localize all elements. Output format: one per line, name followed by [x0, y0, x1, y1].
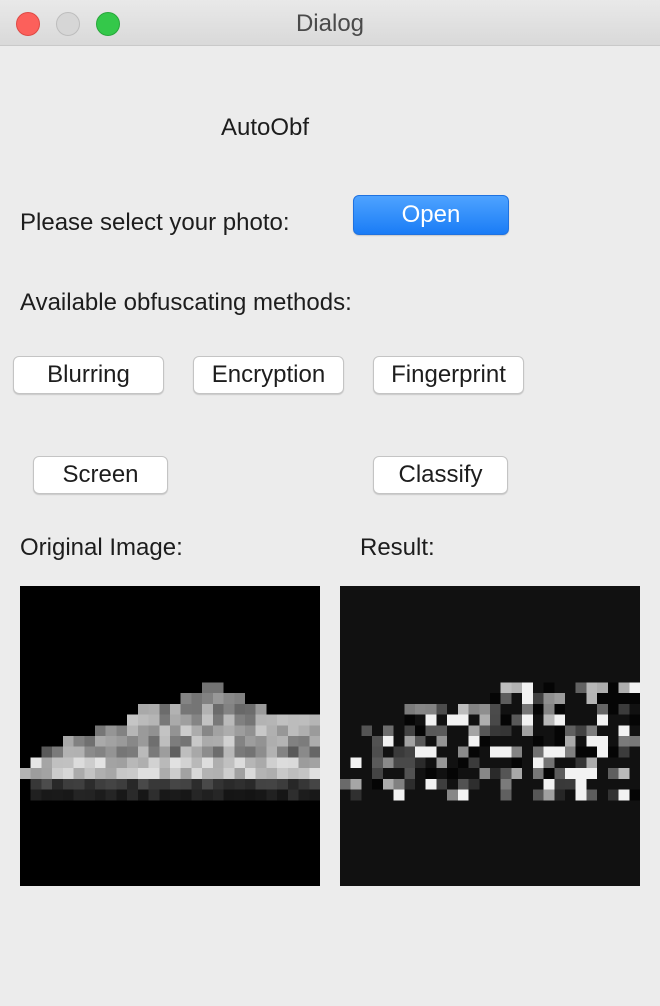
- app-title: AutoObf: [221, 114, 310, 141]
- fingerprint-button[interactable]: Fingerprint: [373, 356, 524, 394]
- blurring-button[interactable]: Blurring: [13, 356, 164, 394]
- original-image: [20, 586, 320, 886]
- title-bar: Dialog: [0, 0, 660, 46]
- open-button[interactable]: Open: [353, 195, 509, 235]
- encryption-button[interactable]: Encryption: [193, 356, 344, 394]
- screen-button[interactable]: Screen: [33, 456, 168, 494]
- classify-button[interactable]: Classify: [373, 456, 508, 494]
- original-image-label: Original Image:: [20, 534, 183, 561]
- window-title: Dialog: [295, 10, 365, 37]
- result-label: Result:: [360, 534, 435, 561]
- methods-label: Available obfuscating methods:: [20, 289, 352, 316]
- result-image: [340, 586, 640, 886]
- select-photo-label: Please select your photo:: [20, 209, 290, 236]
